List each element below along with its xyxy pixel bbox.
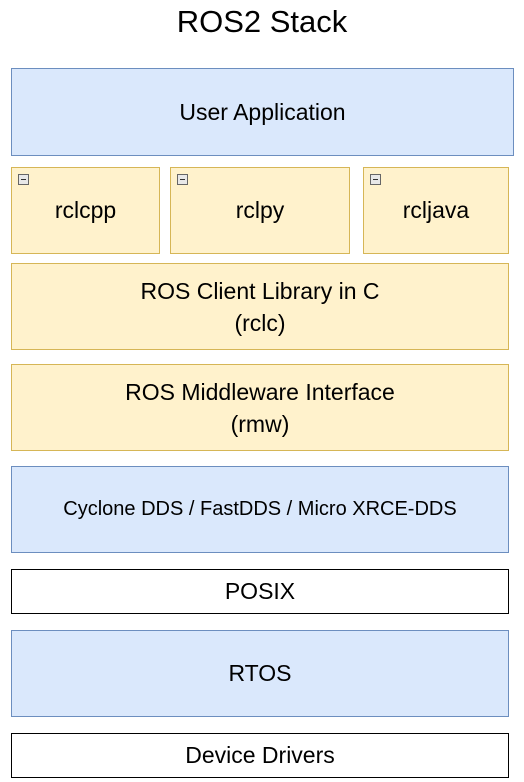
collapse-icon[interactable] (177, 174, 188, 185)
posix-label: POSIX (224, 578, 296, 604)
rclpy-label: rclpy (235, 197, 285, 223)
user-application-label: User Application (179, 98, 346, 125)
rmw-layer: ROS Middleware Interface (rmw) (11, 364, 509, 451)
rclc-layer: ROS Client Library in C (rclc) (11, 263, 509, 350)
rclcpp-label: rclcpp (54, 197, 117, 223)
posix-layer: POSIX (11, 569, 509, 614)
rtos-label: RTOS (228, 660, 292, 686)
dds-layer: Cyclone DDS / FastDDS / Micro XRCE-DDS (11, 466, 509, 553)
rcljava-layer: rcljava (363, 167, 509, 254)
rtos-layer: RTOS (11, 630, 509, 717)
diagram-title: ROS2 Stack (176, 4, 348, 39)
rclpy-layer: rclpy (170, 167, 350, 254)
device-drivers-layer: Device Drivers (11, 733, 509, 778)
device-drivers-label: Device Drivers (185, 742, 335, 768)
dds-label: Cyclone DDS / FastDDS / Micro XRCE-DDS (63, 498, 457, 520)
rclcpp-layer: rclcpp (11, 167, 160, 254)
rclc-label: ROS Client Library in C (rclc) (140, 277, 380, 336)
collapse-icon[interactable] (18, 174, 29, 185)
collapse-icon[interactable] (370, 174, 381, 185)
rcljava-label: rcljava (402, 197, 470, 223)
user-application-layer: User Application (11, 68, 514, 156)
rmw-label: ROS Middleware Interface (rmw) (125, 378, 395, 437)
